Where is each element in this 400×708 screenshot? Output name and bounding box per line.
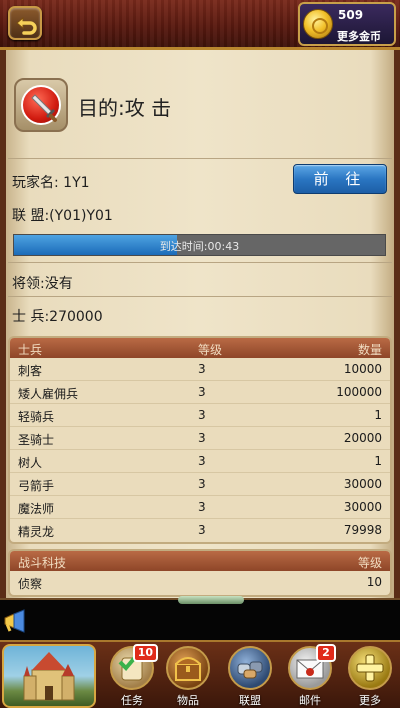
chat-bar[interactable] [0, 596, 400, 640]
troop-level: 3 [198, 523, 206, 537]
troop-count: 1 [374, 408, 382, 422]
column-header: 战斗科技 [18, 556, 67, 570]
troop-name: 圣骑士 [18, 433, 55, 447]
troop-count: 30000 [343, 477, 382, 491]
troops-table: 士兵 等级 数量 刺客 3 10000 矮人雇佣兵 3 100000 轻骑兵 3… [8, 336, 392, 544]
table-row: 圣骑士 3 20000 [10, 427, 390, 450]
table-row: 刺客 3 10000 [10, 358, 390, 381]
troop-level: 3 [198, 408, 206, 422]
nav-more-button[interactable]: 更多 [342, 646, 398, 708]
sword-icon [31, 94, 57, 122]
troop-count: 100000 [336, 385, 382, 399]
more-gold-label: 更多金币 [337, 30, 381, 43]
nav-label: 任务 [121, 694, 143, 707]
troop-name: 轻骑兵 [18, 410, 55, 424]
troop-count: 30000 [343, 500, 382, 514]
tech-name: 侦察 [18, 577, 43, 591]
troop-level: 3 [198, 431, 206, 445]
nav-mail-button[interactable]: 2 邮件 [282, 644, 338, 708]
castle-home-button[interactable] [2, 644, 96, 708]
table-row: 轻骑兵 3 1 [10, 404, 390, 427]
troop-count: 20000 [343, 431, 382, 445]
tech-table-header: 战斗科技 等级 [10, 551, 390, 571]
divider [8, 158, 392, 159]
megaphone-icon[interactable] [2, 608, 28, 634]
gold-coin-icon [303, 9, 333, 39]
nav-quest-button[interactable]: 10 任务 [104, 644, 160, 708]
plus-icon [348, 646, 392, 690]
back-button[interactable] [8, 6, 42, 40]
troop-level: 3 [198, 362, 206, 376]
combat-tech-table: 战斗科技 等级 侦察 10 [8, 549, 392, 597]
arrival-time: 到达时间:00:43 [159, 240, 240, 253]
mail-badge: 2 [316, 644, 336, 662]
back-arrow-icon [16, 16, 37, 35]
table-row: 矮人雇佣兵 3 100000 [10, 381, 390, 404]
top-bar: 509 更多金币 [0, 0, 400, 50]
troop-count: 10000 [343, 362, 382, 376]
nav-label: 更多 [359, 694, 381, 707]
table-row: 精灵龙 3 79998 [10, 519, 390, 542]
alliance-name: 联 盟:(Y01)Y01 [12, 208, 113, 224]
troop-name: 弓箭手 [18, 479, 55, 493]
gold-amount: 509 [338, 8, 364, 22]
column-header: 数量 [357, 343, 382, 357]
column-header: 士兵 [18, 343, 43, 357]
treasure-chest-icon [166, 646, 210, 690]
column-header: 等级 [198, 343, 223, 357]
table-row: 树人 3 1 [10, 450, 390, 473]
nav-label: 物品 [177, 694, 199, 707]
general-label: 将领:没有 [12, 276, 73, 292]
troop-name: 树人 [18, 456, 43, 470]
troop-level: 3 [198, 500, 206, 514]
table-row: 侦察 10 [10, 571, 390, 594]
troop-count: 79998 [343, 523, 382, 537]
troop-name: 魔法师 [18, 502, 55, 516]
table-row: 弓箭手 3 30000 [10, 473, 390, 496]
divider [8, 296, 392, 297]
nav-label: 联盟 [239, 694, 261, 707]
mission-title: 目的:攻 击 [78, 96, 172, 120]
table-row: 魔法师 3 30000 [10, 496, 390, 519]
alliance-handshake-icon [228, 646, 272, 690]
soldier-total: 士 兵:270000 [12, 309, 103, 325]
troop-name: 精灵龙 [18, 525, 55, 539]
nav-alliance-button[interactable]: 联盟 [222, 646, 278, 708]
player-name: 玩家名: 1Y1 [12, 175, 90, 191]
divider [8, 262, 392, 263]
nav-label: 邮件 [299, 694, 321, 707]
castle-icon [23, 652, 75, 701]
arrival-progress-bar: 到达时间:00:43 [13, 234, 386, 256]
quest-badge: 10 [132, 644, 158, 662]
troop-name: 刺客 [18, 364, 43, 378]
chat-expand-handle[interactable] [178, 596, 244, 604]
nav-items-button[interactable]: 物品 [160, 646, 216, 708]
troop-level: 3 [198, 454, 206, 468]
troops-table-header: 士兵 等级 数量 [10, 338, 390, 358]
troop-name: 矮人雇佣兵 [18, 387, 79, 401]
gold-balance-button[interactable]: 509 更多金币 [298, 2, 396, 46]
troop-level: 3 [198, 477, 206, 491]
troop-count: 1 [374, 454, 382, 468]
tech-level: 10 [366, 575, 382, 589]
go-button[interactable]: 前 往 [293, 164, 387, 194]
column-header: 等级 [357, 556, 382, 570]
troop-level: 3 [198, 385, 206, 399]
bottom-nav: 10 任务 物品 联盟 2 邮件 更多 [0, 640, 400, 708]
attack-mission-icon [14, 78, 68, 132]
